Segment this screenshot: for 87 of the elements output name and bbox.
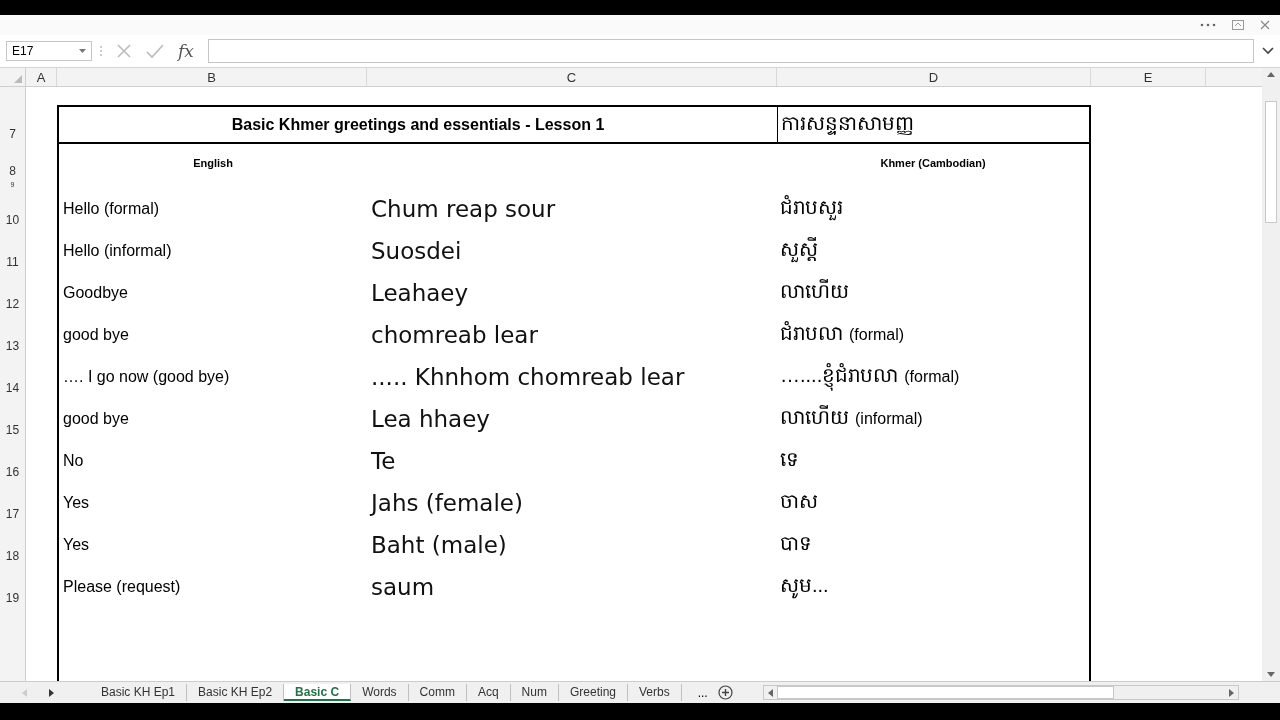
table-cell: Hello (formal) xyxy=(63,200,159,218)
scroll-thumb[interactable] xyxy=(776,686,1114,699)
formula-input[interactable] xyxy=(207,39,1254,63)
table-cell: Leahaey xyxy=(371,280,469,306)
select-all-icon[interactable] xyxy=(14,75,22,83)
next-sheet-icon[interactable] xyxy=(49,688,54,697)
more-icon[interactable] xyxy=(1200,23,1216,27)
add-sheet-icon[interactable] xyxy=(717,685,733,700)
table-cell: Jahs (female) xyxy=(371,490,523,516)
row-header[interactable]: 19 xyxy=(0,566,26,608)
table-cell: សួស្តី xyxy=(780,236,818,266)
table-cell-text: លាហើយ xyxy=(780,404,849,430)
table-cell: Yes xyxy=(63,536,90,554)
row-header[interactable]: 10 xyxy=(0,188,26,230)
table-cell: Te xyxy=(371,448,396,474)
row-header[interactable]: 16 xyxy=(0,440,26,482)
table-cell: Hello (informal) xyxy=(63,242,172,260)
table-cell: Yes xyxy=(63,494,90,512)
scroll-down-icon[interactable] xyxy=(1267,672,1275,677)
cancel-icon[interactable] xyxy=(116,43,132,59)
row-header[interactable]: 7 xyxy=(0,105,26,144)
row-header[interactable]: 12 xyxy=(0,272,26,314)
column-heading: English xyxy=(193,156,233,169)
khmer-title: ការសន្ទនាសាមញ្ញ xyxy=(781,110,914,137)
table-cell-text: ទេ xyxy=(780,447,799,472)
table-cell: ..... Khnhom chomreab lear xyxy=(371,364,685,390)
table-cell: (formal) xyxy=(904,368,960,386)
table-cell: Suosdei xyxy=(371,238,462,264)
table-cell: ជំរាបសួរ xyxy=(780,194,843,224)
table-cell: Baht (male) xyxy=(371,532,507,558)
table-cell: …....ខ្ញុំជំរាបលា xyxy=(780,362,899,392)
check-icon[interactable] xyxy=(146,43,164,59)
table-cell-text: ចាស xyxy=(780,489,818,514)
table-cell-text: ជំរាបលា xyxy=(780,320,843,346)
column-header[interactable]: E xyxy=(1091,68,1206,86)
sheet-tab[interactable]: Greeting xyxy=(558,684,628,701)
table-cell-text: បាទ xyxy=(780,531,812,556)
table-cell-text: លាហើយ xyxy=(780,278,849,304)
row-header[interactable]: 11 xyxy=(0,230,26,272)
table-cell: Please (request) xyxy=(63,578,181,596)
table-cell: Lea hhaey xyxy=(371,406,490,432)
table-cell: (formal) xyxy=(849,326,905,344)
row-header[interactable]: 14 xyxy=(0,356,26,398)
horizontal-scrollbar[interactable] xyxy=(762,685,1239,700)
sheet-tab[interactable]: Verbs xyxy=(628,684,682,701)
column-header[interactable]: B xyxy=(57,68,367,86)
row-header[interactable]: 17 xyxy=(0,482,26,524)
insert-function-button[interactable]: fx xyxy=(178,41,194,61)
column-header[interactable]: A xyxy=(26,68,57,86)
sheet-tab[interactable]: Num xyxy=(510,684,559,701)
table-cell: No xyxy=(63,452,84,470)
sheet-tab[interactable]: Acq xyxy=(466,684,511,701)
caret-icon xyxy=(79,49,86,53)
row-header[interactable] xyxy=(0,87,26,105)
scroll-left-icon[interactable] xyxy=(767,688,773,697)
row-header[interactable] xyxy=(0,608,26,681)
table-cell: (informal) xyxy=(855,410,923,428)
name-box[interactable]: E17 xyxy=(6,41,92,61)
table-cell: Goodbye xyxy=(63,284,128,302)
vertical-scrollbar[interactable] xyxy=(1262,68,1280,681)
table-cell: good bye xyxy=(63,326,129,344)
row-header[interactable]: 15 xyxy=(0,398,26,440)
table-cell: chomreab lear xyxy=(371,322,538,348)
table-cell: …. I go now (good bye) xyxy=(63,368,230,386)
row-header[interactable]: 18 xyxy=(0,524,26,566)
close-icon[interactable] xyxy=(1260,20,1270,30)
sheet-tab[interactable]: Basic KH Ep1 xyxy=(90,684,188,701)
column-heading: Khmer (Cambodian) xyxy=(880,156,986,169)
row-header[interactable]: 13 xyxy=(0,314,26,356)
restore-icon[interactable] xyxy=(1232,20,1244,30)
previous-sheet-icon[interactable] xyxy=(22,688,27,697)
column-header[interactable]: D xyxy=(777,68,1091,86)
sheet-tab[interactable]: Basic C xyxy=(284,684,352,701)
scroll-up-icon[interactable] xyxy=(1267,72,1275,77)
expand-icon[interactable] xyxy=(1262,47,1274,55)
table-title: Basic Khmer greetings and essentials - Lesson 1 xyxy=(231,115,605,134)
column-header[interactable]: C xyxy=(367,68,777,86)
sheet-tab[interactable]: Words xyxy=(351,684,409,701)
table-cell: saum xyxy=(371,574,435,600)
row-header[interactable]: 8 xyxy=(0,144,26,181)
table-cell: សូម... xyxy=(780,572,829,602)
table-cell: good bye xyxy=(63,410,129,428)
more-sheets[interactable]: ... xyxy=(681,685,718,700)
scroll-thumb[interactable] xyxy=(1265,101,1277,223)
scroll-right-icon[interactable] xyxy=(1228,688,1234,697)
table-cell: Chum reap sour xyxy=(371,196,556,222)
sheet-tab[interactable]: Comm xyxy=(408,684,467,701)
